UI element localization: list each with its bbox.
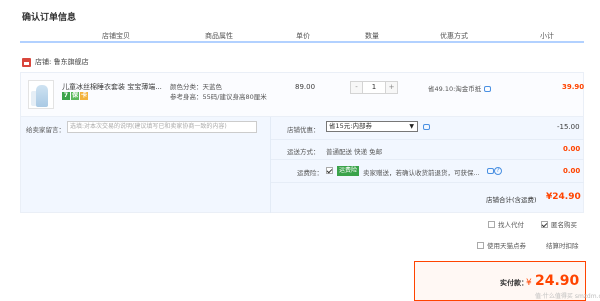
shop-total-label: 店铺合计(含运费) — [486, 196, 537, 204]
anonymous-checkbox[interactable] — [541, 220, 548, 228]
row-divider — [271, 182, 584, 183]
tmall-points-option[interactable]: 使用天猫点券 — [477, 240, 526, 250]
column-unit-price: 单价 — [296, 32, 310, 40]
dropdown-arrow-icon: ▼ — [409, 123, 414, 130]
item-badges: 7 保 卡 — [62, 92, 88, 100]
shop-name-link[interactable]: 店铺: 鲁东旗舰店 — [35, 57, 89, 67]
item-discount: 省49.10:淘金币抵 — [428, 83, 492, 93]
proxy-pay-option[interactable]: 找人代付 — [488, 219, 524, 229]
proxy-pay-checkbox[interactable] — [488, 220, 495, 228]
column-quantity: 数量 — [365, 32, 379, 40]
column-discount: 优惠方式 — [440, 32, 468, 40]
column-shop-item: 店铺宝贝 — [102, 32, 130, 40]
page-title: 确认订单信息 — [22, 13, 77, 23]
row-divider — [271, 139, 584, 140]
column-header: 店铺宝贝 商品属性 单价 数量 优惠方式 小计 — [20, 28, 584, 43]
row-divider — [271, 159, 584, 160]
shop-coupon-label: 店铺优惠： — [287, 126, 320, 134]
insurance-amount: 0.00 — [563, 167, 581, 175]
shipping-amount: 0.00 — [563, 145, 581, 153]
item-name-link[interactable]: 儿童冰丝棉睡衣套装 宝宝薄端... — [62, 82, 164, 92]
unit-price: 89.00 — [295, 83, 316, 91]
discount-info-icon[interactable] — [484, 86, 492, 92]
item-discount-text: 省49.10:淘金币抵 — [428, 85, 482, 93]
item-props: 颜色分类：天蓝色 参考身高：55码/建议身高80厘米 — [170, 82, 267, 102]
insurance-info-icon[interactable] — [487, 168, 494, 174]
column-item-props: 商品属性 — [205, 32, 233, 40]
shop-icon — [22, 57, 31, 67]
shop-total-value: ¥24.90 — [546, 192, 581, 202]
credit-card-icon[interactable]: 卡 — [80, 92, 88, 100]
seven-day-return-icon[interactable]: 7 — [62, 92, 70, 100]
coupon-amount: -15.00 — [557, 123, 580, 131]
tmall-points-label: 使用天猫点券 — [487, 242, 526, 250]
shipping-method: 普通配送 快递 免邮 — [326, 148, 383, 156]
shop-row: 店铺: 鲁东旗舰店 — [22, 57, 89, 67]
seller-note-input[interactable]: 选填:对本次交易的说明(建议填写已和卖家协商一致的内容) — [67, 121, 257, 133]
shipping-label: 运送方式： — [287, 148, 320, 156]
panel-divider — [270, 117, 271, 213]
seller-note-label: 给卖家留言： — [26, 126, 65, 134]
tmall-points-checkbox[interactable] — [477, 241, 484, 249]
coupon-info-icon[interactable] — [423, 124, 430, 130]
item-subtotal: 39.90 — [562, 83, 585, 91]
payment-currency: ¥ — [526, 278, 532, 288]
help-icon[interactable]: ? — [494, 167, 502, 175]
shop-coupon-selected: 省15元:内部券 — [329, 122, 372, 130]
item-size: 参考身高：55码/建议身高80厘米 — [170, 93, 267, 101]
quantity-input[interactable]: 1 — [363, 82, 385, 93]
anonymous-option[interactable]: 匿名购买 — [541, 219, 577, 229]
quantity-stepper: - 1 + — [350, 81, 398, 94]
payment-amount: 24.90 — [535, 273, 580, 289]
points-deduct-note: 结算时扣除 — [546, 242, 579, 250]
insurance-tag: 运费险 — [337, 166, 360, 176]
payment-label: 实付款： — [500, 279, 528, 287]
watermark: 值·什么值得买 smzdm.com — [535, 293, 600, 300]
column-subtotal: 小计 — [540, 32, 554, 40]
proxy-pay-label: 找人代付 — [498, 221, 524, 229]
quantity-decrease-button[interactable]: - — [351, 82, 363, 93]
anonymous-label: 匿名购买 — [551, 221, 577, 229]
insurance-description: 卖家赠送，若确认收货前退货，可获保... — [363, 169, 480, 177]
insurance-label: 运费险： — [297, 169, 323, 177]
item-color: 颜色分类：天蓝色 — [170, 83, 222, 91]
quantity-increase-button[interactable]: + — [385, 82, 397, 93]
guarantee-icon[interactable]: 保 — [71, 92, 79, 100]
item-thumbnail[interactable] — [28, 80, 54, 109]
shop-coupon-select[interactable]: 省15元:内部券 ▼ — [326, 121, 418, 132]
insurance-checkbox[interactable] — [326, 167, 333, 174]
order-item-row — [20, 72, 584, 117]
